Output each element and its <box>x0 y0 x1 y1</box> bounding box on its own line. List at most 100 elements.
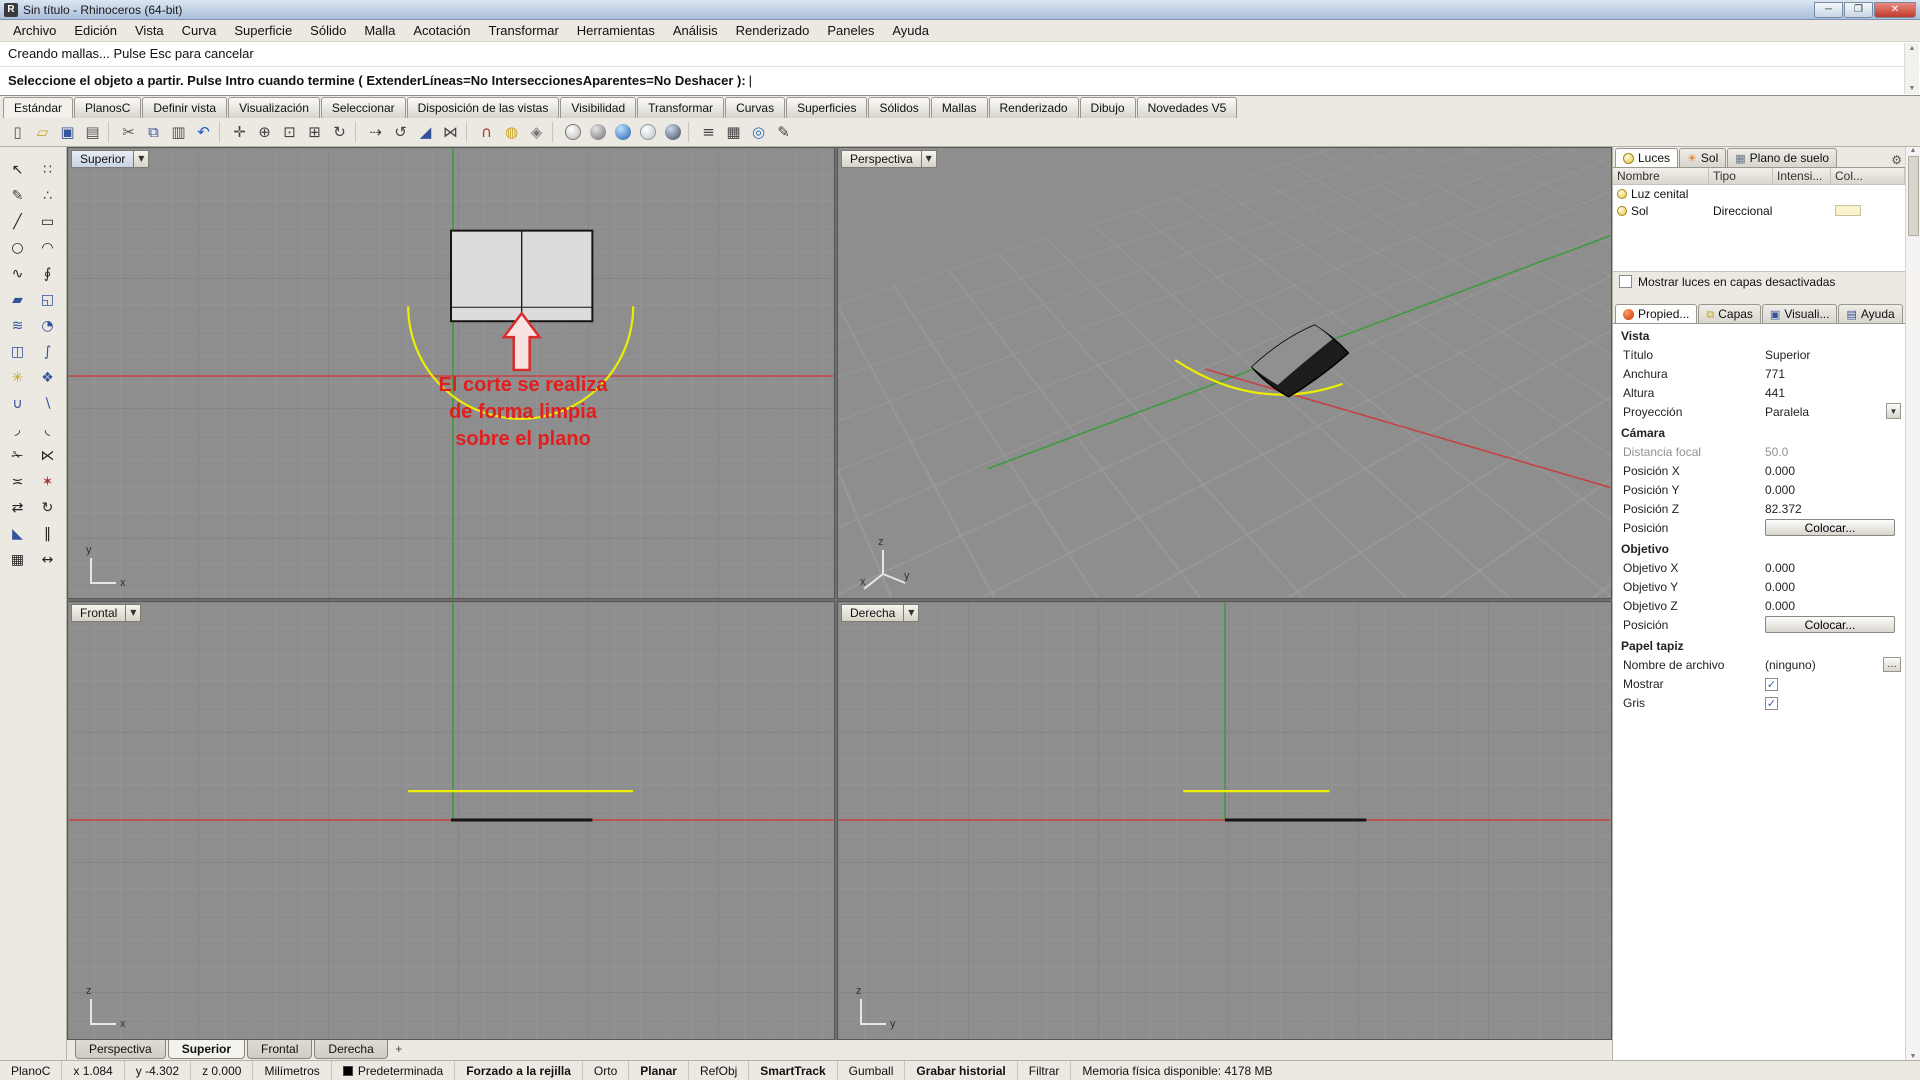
new-file-icon[interactable]: ▯ <box>5 120 30 144</box>
tab-plano-de-suelo[interactable]: ▦ Plano de suelo <box>1727 148 1838 167</box>
osnap-magnet-icon[interactable]: ∩ <box>474 120 499 144</box>
select-tool-icon[interactable]: ↖ <box>4 157 31 182</box>
toolbar-tab-visualizacion[interactable]: Visualización <box>228 97 320 118</box>
viewport-label-derecha[interactable]: Derecha ▼ <box>841 604 920 622</box>
rotate-icon[interactable]: ↺ <box>388 120 413 144</box>
point-tool-icon[interactable]: ∴ <box>34 183 61 208</box>
toolbar-tab-estandar[interactable]: Estándar <box>3 97 74 118</box>
viewport-menu-arrow-icon[interactable]: ▼ <box>921 150 937 168</box>
status-units[interactable]: Milímetros <box>253 1061 332 1080</box>
loft-icon[interactable]: ≋ <box>4 313 31 338</box>
field-posicion-x[interactable]: 0.000 <box>1765 464 1905 478</box>
toolbar-tab-solidos[interactable]: Sólidos <box>868 97 930 118</box>
toolbar-tab-planosc[interactable]: PlanosC <box>74 97 142 118</box>
field-anchura[interactable]: 771 <box>1765 367 1905 381</box>
toolbar-tab-transformar[interactable]: Transformar <box>637 97 725 118</box>
colocar-target-button[interactable]: Colocar... <box>1765 616 1895 633</box>
surface-corner-icon[interactable]: ◱ <box>34 287 61 312</box>
control-points-icon[interactable]: ✎ <box>4 183 31 208</box>
status-coord-x[interactable]: x 1.084 <box>62 1061 125 1080</box>
curve-tool-icon[interactable]: ∿ <box>4 261 31 286</box>
menu-superficie[interactable]: Superficie <box>225 20 301 41</box>
menu-vista[interactable]: Vista <box>126 20 173 41</box>
sweep-icon[interactable]: ∫ <box>34 339 61 364</box>
menu-transformar[interactable]: Transformar <box>479 20 567 41</box>
scroll-up-icon[interactable]: ▲ <box>1909 45 1916 52</box>
chamfer-icon[interactable]: ◟ <box>34 417 61 442</box>
scrollbar-thumb[interactable] <box>1907 156 1919 236</box>
menu-herramientas[interactable]: Herramientas <box>568 20 664 41</box>
toolbar-tab-visibilidad[interactable]: Visibilidad <box>560 97 637 118</box>
light-row-luz-cenital[interactable]: Luz cenital <box>1613 185 1905 202</box>
layers-icon[interactable]: ≡ <box>696 120 721 144</box>
viewport-menu-arrow-icon[interactable]: ▼ <box>904 604 920 622</box>
command-area[interactable]: Creando mallas... Pulse Esc para cancela… <box>0 42 1920 96</box>
menu-ayuda[interactable]: Ayuda <box>883 20 938 41</box>
status-cplane[interactable]: PlanoC <box>0 1061 63 1080</box>
derecha-canvas[interactable] <box>838 602 1611 1039</box>
command-scrollbar[interactable]: ▲ ▼ <box>1904 43 1919 94</box>
status-gumball[interactable]: Gumball <box>838 1061 906 1080</box>
shaded-display-icon[interactable] <box>585 120 610 144</box>
browse-file-button[interactable]: … <box>1883 656 1901 672</box>
zoom-extents-icon[interactable]: ⊞ <box>302 120 327 144</box>
rendered-display-icon[interactable] <box>610 120 635 144</box>
ghosted-display-icon[interactable] <box>635 120 660 144</box>
array-icon[interactable]: ▦ <box>4 547 31 572</box>
panel-scrollbar[interactable]: ▲ ▼ <box>1905 147 1920 1060</box>
mirror-object-icon[interactable]: ‖ <box>34 521 61 546</box>
dimension-icon[interactable]: ↔ <box>34 547 61 572</box>
copy-icon[interactable]: ⧉ <box>141 120 166 144</box>
toolbar-tab-seleccionar[interactable]: Seleccionar <box>320 97 406 118</box>
rotate-object-icon[interactable]: ↻ <box>34 495 61 520</box>
hide-objects-icon[interactable]: ◍ <box>499 120 524 144</box>
circle-tool-icon[interactable]: ○ <box>4 235 31 260</box>
extrude-icon[interactable]: ◫ <box>4 339 31 364</box>
trim-icon[interactable]: ✁ <box>4 443 31 468</box>
wireframe-display-icon[interactable] <box>560 120 585 144</box>
xray-display-icon[interactable] <box>660 120 685 144</box>
scroll-down-icon[interactable]: ▼ <box>1910 1053 1917 1060</box>
menu-curva[interactable]: Curva <box>173 20 226 41</box>
dropdown-arrow-icon[interactable]: ▼ <box>1886 402 1901 419</box>
panel-gear-icon[interactable]: ⚙ <box>1888 153 1905 167</box>
toolbar-tab-renderizado[interactable]: Renderizado <box>988 97 1079 118</box>
viewport-derecha[interactable]: Derecha ▼ z y <box>837 601 1612 1040</box>
fillet-icon[interactable]: ◞ <box>4 417 31 442</box>
cut-icon[interactable]: ✂ <box>116 120 141 144</box>
toolbar-tab-disposicion[interactable]: Disposición de las vistas <box>406 97 560 118</box>
block-icon[interactable]: ❖ <box>34 365 61 390</box>
toolbar-tab-mallas[interactable]: Mallas <box>930 97 988 118</box>
tab-visualizacion[interactable]: ▣ Visuali... <box>1761 304 1838 323</box>
tab-propiedades[interactable]: Propied... <box>1615 304 1698 323</box>
viewport-menu-arrow-icon[interactable]: ▼ <box>134 150 150 168</box>
status-ortho[interactable]: Orto <box>583 1061 630 1080</box>
menu-solido[interactable]: Sólido <box>301 20 355 41</box>
viewport-menu-arrow-icon[interactable]: ▼ <box>126 604 142 622</box>
frontal-canvas[interactable] <box>68 602 834 1039</box>
record-history-icon[interactable]: ✎ <box>771 120 796 144</box>
toolbar-tab-dibujo[interactable]: Dibujo <box>1079 97 1136 118</box>
paste-icon[interactable]: ▥ <box>166 120 191 144</box>
tab-capas[interactable]: ⧉ Capas <box>1698 304 1761 323</box>
column-tipo[interactable]: Tipo <box>1709 168 1773 184</box>
tab-ayuda[interactable]: ▤ Ayuda <box>1838 304 1903 323</box>
toolbar-tab-definir-vista[interactable]: Definir vista <box>142 97 228 118</box>
surface-plane-icon[interactable]: ▰ <box>4 287 31 312</box>
perspectiva-canvas[interactable] <box>838 148 1611 598</box>
field-posicion-y[interactable]: 0.000 <box>1765 483 1905 497</box>
tab-luces[interactable]: Luces <box>1615 148 1679 167</box>
viewport-superior[interactable]: El corte se realiza de forma limpia sobr… <box>67 147 835 599</box>
scroll-up-icon[interactable]: ▲ <box>1910 147 1917 154</box>
toolbar-tab-novedades[interactable]: Novedades V5 <box>1136 97 1238 118</box>
viewport-perspectiva[interactable]: Perspectiva ▼ z y x <box>837 147 1612 599</box>
zoom-window-icon[interactable]: ⊡ <box>277 120 302 144</box>
tab-sol[interactable]: ☀ Sol <box>1679 148 1727 167</box>
print-icon[interactable]: ▤ <box>80 120 105 144</box>
arc-tool-icon[interactable]: ◠ <box>34 235 61 260</box>
polyline-tool-icon[interactable]: ╱ <box>4 209 31 234</box>
open-file-icon[interactable]: ▱ <box>30 120 55 144</box>
lock-objects-icon[interactable]: ◈ <box>524 120 549 144</box>
explode-parts-icon[interactable]: ✶ <box>34 469 61 494</box>
menu-archivo[interactable]: Archivo <box>4 20 65 41</box>
